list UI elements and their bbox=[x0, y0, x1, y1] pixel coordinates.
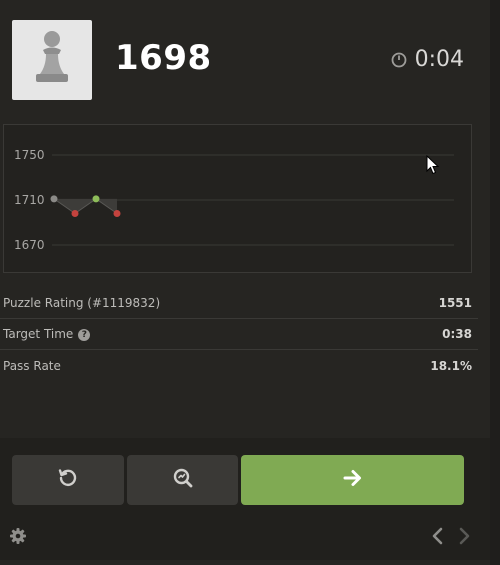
puzzle-timer: 0:04 bbox=[391, 47, 464, 72]
stat-row-puzzle-rating: Puzzle Rating (#1119832) 1551 bbox=[0, 288, 478, 319]
y-tick-label: 1750 bbox=[14, 148, 45, 162]
pass-rate-label: Pass Rate bbox=[3, 358, 61, 373]
rating-graph-svg bbox=[50, 154, 454, 246]
pass-rate-value: 18.1% bbox=[430, 358, 472, 373]
analysis-button[interactable] bbox=[127, 455, 238, 505]
mouse-cursor-icon bbox=[426, 154, 440, 179]
analysis-icon bbox=[172, 467, 194, 493]
rating-point-fail[interactable] bbox=[71, 210, 79, 217]
y-tick-label: 1710 bbox=[14, 193, 45, 207]
retry-icon bbox=[57, 467, 79, 493]
puzzle-rating-value: 1551 bbox=[438, 296, 472, 310]
puzzle-rating-label: Puzzle Rating (#1119832) bbox=[3, 296, 161, 310]
rating-point-pass[interactable] bbox=[92, 195, 100, 203]
help-icon[interactable]: ? bbox=[78, 328, 91, 341]
y-tick-label: 1670 bbox=[14, 238, 45, 252]
chevron-left-icon[interactable] bbox=[430, 527, 446, 549]
timer-value: 0:04 bbox=[414, 47, 464, 72]
rating-point-fail[interactable] bbox=[113, 210, 121, 217]
scroll-gutter bbox=[490, 0, 500, 565]
target-time-label-group: Target Time? bbox=[3, 327, 91, 341]
gear-icon[interactable] bbox=[9, 527, 27, 549]
player-avatar bbox=[12, 20, 92, 100]
retry-button[interactable] bbox=[12, 455, 124, 505]
rating-history-graph: 1750 1710 1670 bbox=[3, 124, 472, 273]
puzzle-sidebar: 1698 0:04 1750 1710 1670 Puzzle Rating (… bbox=[0, 0, 490, 565]
rating-point-start[interactable] bbox=[50, 195, 58, 203]
chevron-right-icon[interactable] bbox=[456, 527, 472, 549]
current-rating: 1698 bbox=[115, 38, 212, 78]
stat-row-pass-rate: Pass Rate 18.1% bbox=[0, 350, 478, 381]
stat-row-target-time: Target Time? 0:38 bbox=[0, 319, 478, 350]
arrow-right-icon bbox=[342, 467, 364, 493]
target-time-label: Target Time bbox=[3, 327, 74, 341]
puzzle-controls bbox=[0, 438, 490, 560]
pawn-icon bbox=[24, 26, 80, 94]
puzzle-stats: Puzzle Rating (#1119832) 1551 Target Tim… bbox=[0, 288, 478, 381]
next-puzzle-button[interactable] bbox=[241, 455, 464, 505]
stopwatch-icon bbox=[391, 52, 407, 68]
target-time-value: 0:38 bbox=[442, 327, 472, 341]
